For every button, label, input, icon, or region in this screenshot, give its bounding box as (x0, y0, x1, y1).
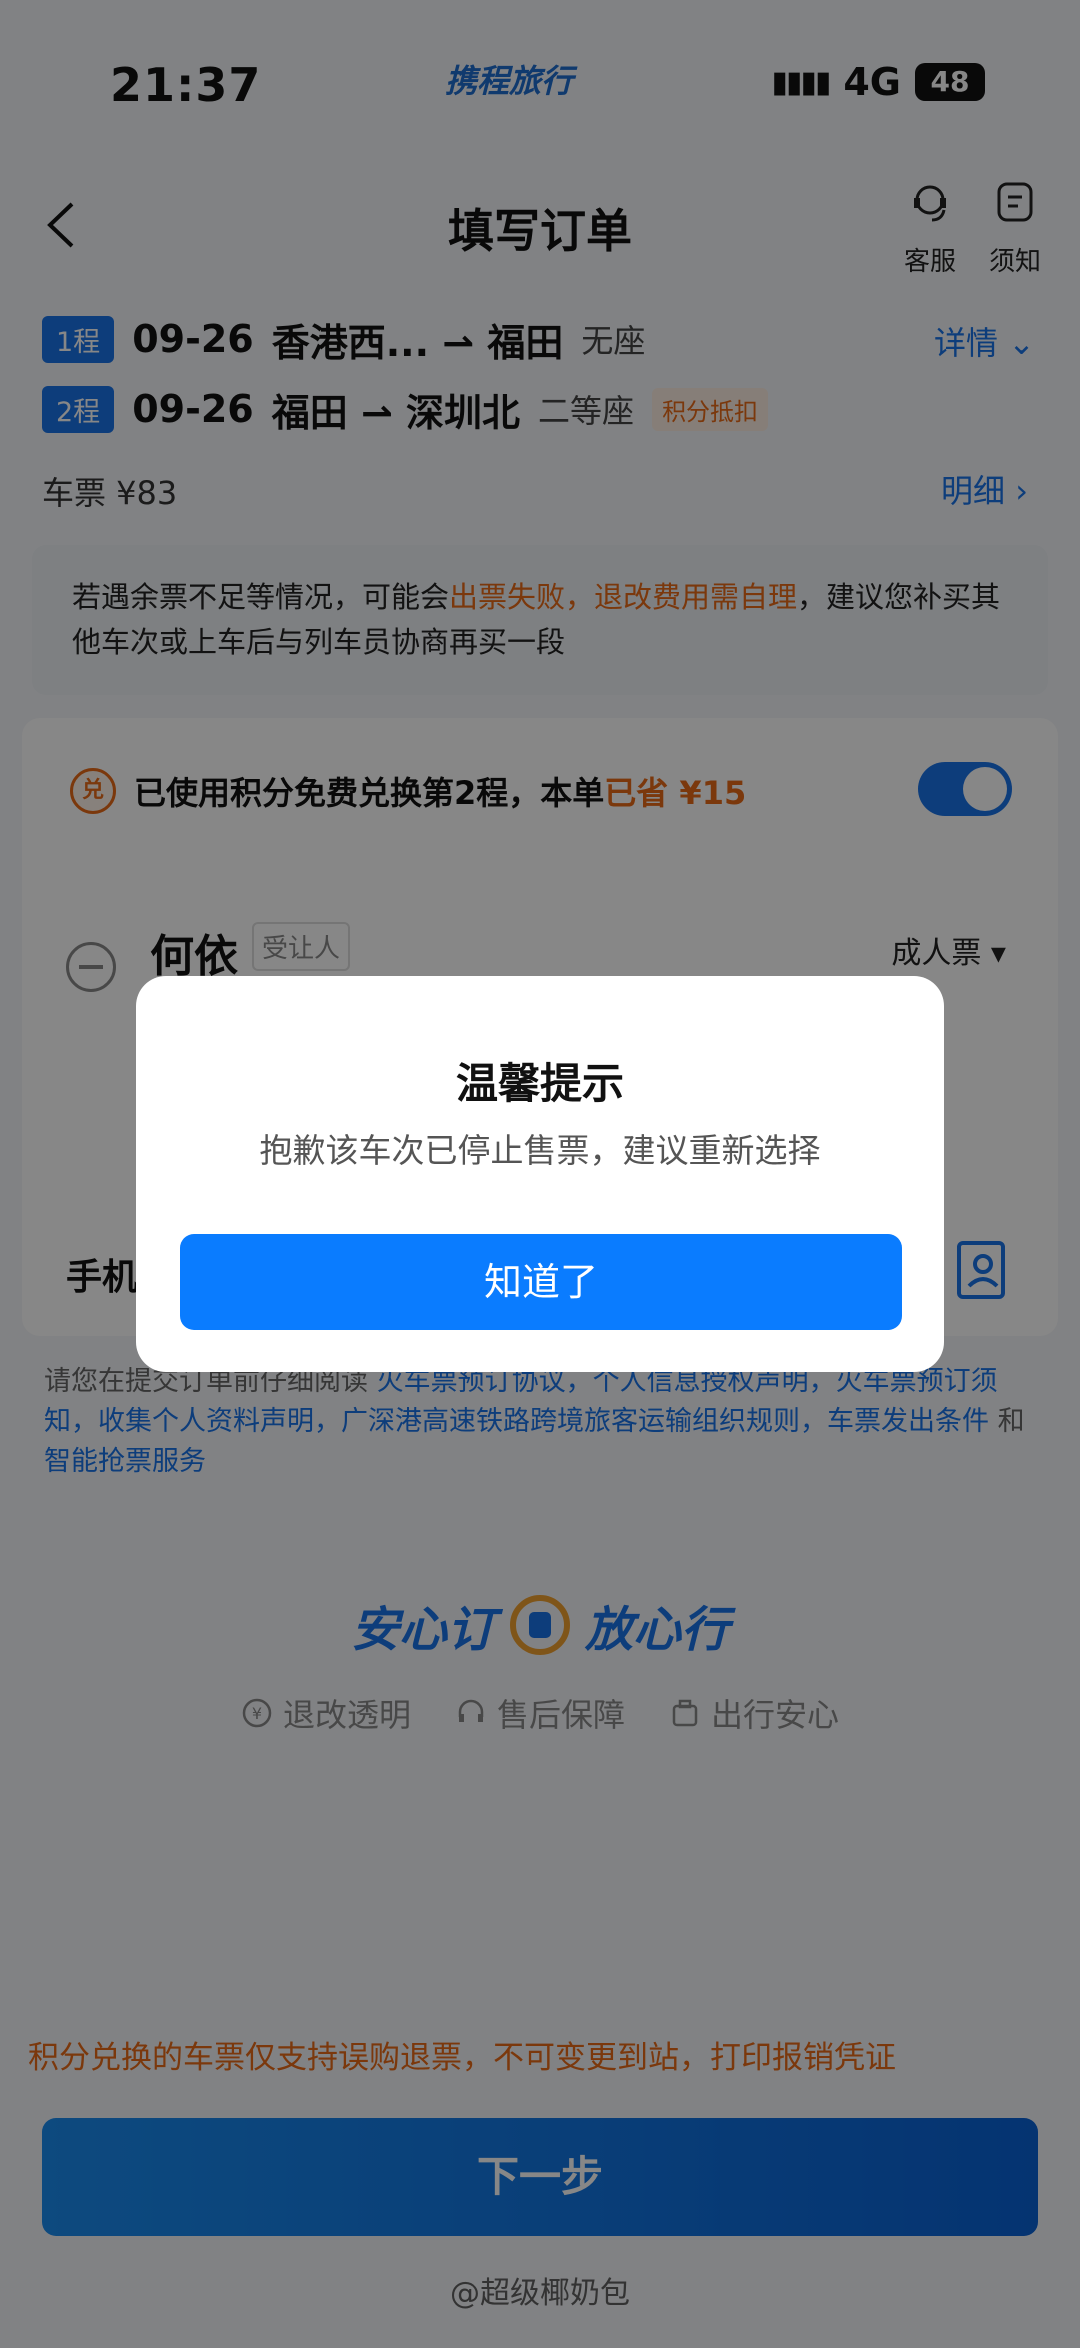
dialog-message: 抱歉该车次已停止售票，建议重新选择 (259, 1131, 821, 1170)
dialog-title: 温馨提示 (455, 1059, 624, 1108)
watermark: @超级椰奶包 (450, 2276, 630, 2311)
dialog-ok-button[interactable]: 知道了 (180, 1234, 902, 1330)
